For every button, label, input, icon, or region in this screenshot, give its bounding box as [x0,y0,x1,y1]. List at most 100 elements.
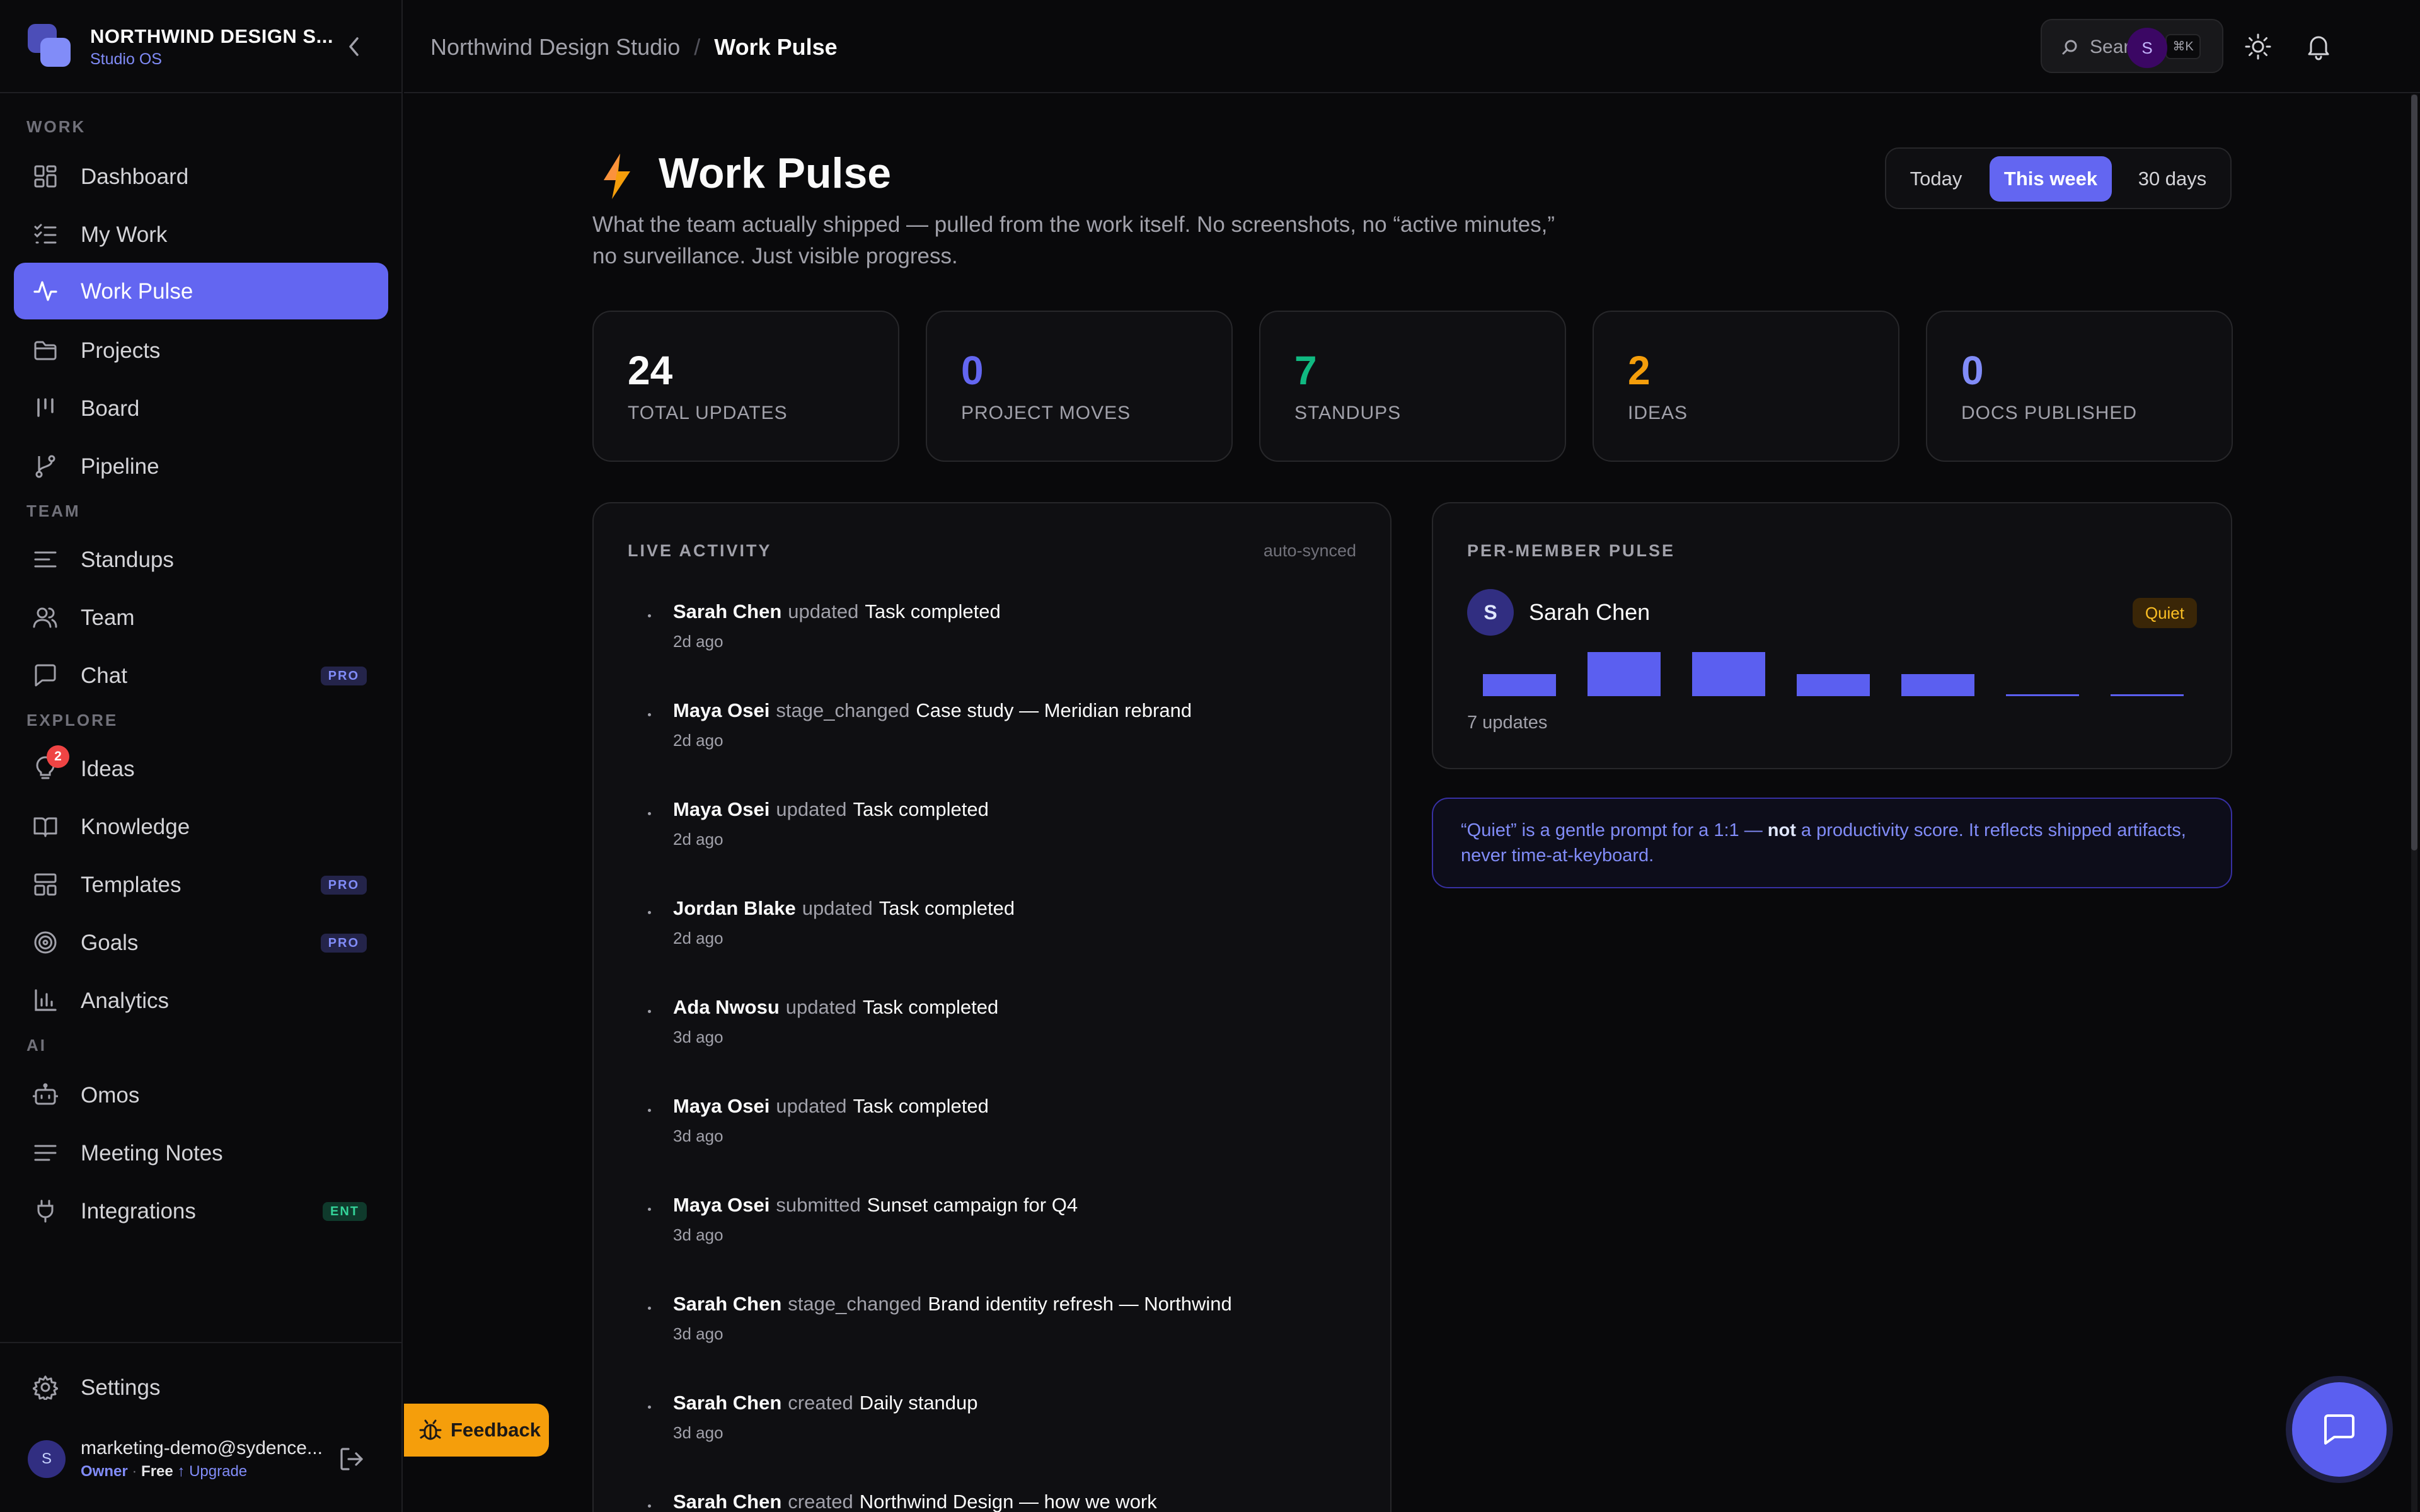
activity-item[interactable]: Sarah Chen created Daily standup 3d ago [594,1389,1394,1465]
sidebar-item-pipeline[interactable]: Pipeline [14,438,388,495]
chat-bubble-icon [2320,1411,2358,1448]
sidebar-item-omos[interactable]: Omos [14,1067,388,1123]
sidebar-item-analytics[interactable]: Analytics [14,972,388,1029]
activity-target: Case study — Meridian rebrand [916,699,1192,721]
stat-card: 0 PROJECT MOVES [926,311,1233,462]
range-30-days-button[interactable]: 30 days [2121,156,2224,202]
sidebar-item-board[interactable]: Board [14,380,388,437]
activity-item[interactable]: Sarah Chen created Northwind Design — how … [594,1488,1394,1512]
member-name[interactable]: Sarah Chen [1529,599,1650,626]
sidebar-item-meeting-notes[interactable]: Meeting Notes [14,1125,388,1181]
workspace-header[interactable]: NORTHWIND DESIGN S... Studio OS [0,0,403,93]
sidebar-item-projects[interactable]: Projects [14,322,388,379]
user-account[interactable]: S marketing-demo@sydence... Owner · Free… [0,1424,403,1512]
dashboard-icon [33,164,58,189]
activity-time: 3d ago [673,1225,723,1244]
target-icon [33,930,58,955]
logout-icon[interactable] [338,1445,366,1473]
sidebar-item-label: Templates [81,873,182,897]
activity-actor: Jordan Blake [673,897,796,919]
activity-actor: Sarah Chen [673,600,782,622]
sidebar-item-label: Meeting Notes [81,1141,223,1166]
sidebar-item-team[interactable]: Team [14,589,388,646]
activity-time: 3d ago [673,1423,723,1442]
sidebar-item-label: Pipeline [81,454,159,479]
sidebar-item-chat[interactable]: Chat PRO [14,647,388,704]
sun-icon[interactable] [2244,33,2272,60]
bullet [648,1406,651,1409]
kanban-icon [33,396,58,421]
activity-item[interactable]: Ada Nwosu updated Task completed 3d ago [594,994,1394,1069]
sidebar-item-settings[interactable]: Settings [14,1359,388,1416]
sidebar-item-dashboard[interactable]: Dashboard [14,148,388,205]
activity-verb: updated [776,798,847,820]
activity-target: Northwind Design — how we work [859,1491,1157,1512]
range-this-week-button[interactable]: This week [1990,156,2112,202]
activity-item[interactable]: Sarah Chen updated Task completed 2d ago [594,598,1394,673]
bullet [648,1208,651,1211]
text-lines-icon [33,547,58,572]
stat-label: STANDUPS [1294,403,1402,423]
stat-card: 24 TOTAL UPDATES [592,311,899,462]
activity-bar-day-4 [1797,674,1870,696]
activity-bar-day-5 [1901,674,1974,696]
gear-icon [33,1375,58,1400]
range-today-button[interactable]: Today [1895,156,1977,202]
sidebar-item-goals[interactable]: Goals PRO [14,914,388,971]
bullet [648,1504,651,1508]
upgrade-link[interactable]: ↑ Upgrade [177,1463,247,1480]
avatar[interactable]: S [2127,28,2167,68]
pro-badge: PRO [320,667,367,685]
activity-time: 3d ago [673,1028,723,1046]
bell-icon[interactable] [2305,33,2332,60]
status-badge: Quiet [2132,598,2197,628]
stat-card: 2 IDEAS [1593,311,1899,462]
sidebar-item-my-work[interactable]: My Work [14,206,388,263]
sidebar-item-ideas[interactable]: 2 Ideas [14,740,388,797]
activity-item[interactable]: Maya Osei updated Task completed 3d ago [594,1092,1394,1168]
sidebar-item-label: Integrations [81,1199,196,1223]
activity-time: 3d ago [673,1126,723,1145]
sidebar-item-work-pulse[interactable]: Work Pulse [14,263,388,319]
activity-target: Sunset campaign for Q4 [867,1194,1078,1216]
stat-card: 0 DOCS PUBLISHED [1926,311,2233,462]
activity-bar-day-7 [2111,694,2184,696]
sidebar-item-label: Team [81,605,135,630]
chat-launcher-button[interactable] [2292,1382,2387,1477]
sidebar-item-standups[interactable]: Standups [14,531,388,588]
activity-target: Task completed [853,1095,989,1117]
sidebar-item-label: Projects [81,338,161,363]
activity-bar-day-6 [2006,694,2079,696]
lightning-icon [595,151,639,202]
bullet [648,1010,651,1013]
sidebar-item-knowledge[interactable]: Knowledge [14,798,388,855]
activity-item[interactable]: Maya Osei stage_changed Case study — Merid… [594,697,1394,772]
activity-pulse-icon [33,278,58,304]
section-work: WORK [26,117,86,136]
live-activity-title: LIVE ACTIVITY [628,541,772,560]
activity-item[interactable]: Maya Osei updated Task completed 2d ago [594,796,1394,871]
sidebar-item-templates[interactable]: Templates PRO [14,856,388,913]
avatar: S [1467,589,1514,636]
collapse-sidebar-chevron-icon[interactable] [345,33,363,60]
activity-verb: updated [785,996,856,1018]
member-update-count: 7 updates [1467,713,1548,733]
activity-verb: updated [802,897,873,919]
sidebar-item-integrations[interactable]: Integrations ENT [14,1183,388,1239]
feedback-button[interactable]: Feedback [404,1404,549,1457]
sidebar-item-label: Board [81,396,140,421]
scrollbar-thumb[interactable] [2411,94,2417,850]
workspace-subtitle: Studio OS [90,50,162,68]
stat-card: 7 STANDUPS [1259,311,1566,462]
git-branch-icon [33,454,58,479]
breadcrumb-workspace[interactable]: Northwind Design Studio [430,34,680,60]
bullet [648,614,651,617]
activity-time: 2d ago [673,632,723,651]
activity-item[interactable]: Jordan Blake updated Task completed 2d ago [594,895,1394,970]
section-explore: EXPLORE [26,711,118,730]
page-scrollbar[interactable] [2411,94,2417,1512]
activity-target: Task completed [853,798,989,820]
sidebar-item-label: Settings [81,1375,161,1400]
activity-item[interactable]: Maya Osei submitted Sunset campaign for Q4… [594,1191,1394,1267]
activity-item[interactable]: Sarah Chen stage_changed Brand identity re… [594,1290,1394,1366]
